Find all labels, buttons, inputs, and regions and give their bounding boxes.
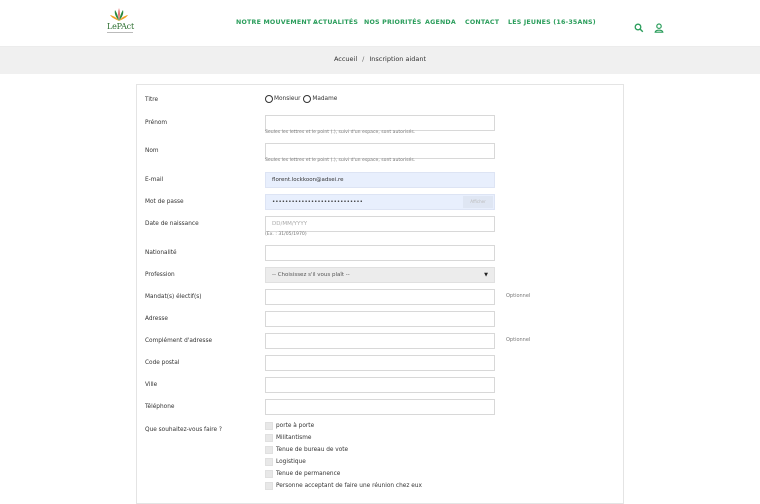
checkbox[interactable] — [265, 458, 273, 466]
souhaits-option[interactable]: Logistique — [265, 458, 306, 467]
mandat-label: Mandat(s) électif(s) — [145, 294, 202, 300]
birthdate-input[interactable]: DD/MM/YYYY — [265, 216, 495, 232]
breadcrumb: Accueil / Inscription aidant — [0, 55, 760, 63]
titre-radio-group: Monsieur Madame — [265, 95, 338, 103]
complement-input[interactable] — [265, 333, 495, 349]
site-header: LePAct NOTRE MOUVEMENT ⌄ ACTUALITÉS NOS P… — [0, 0, 760, 47]
souhaits-option[interactable]: Tenue de permanence — [265, 470, 340, 479]
checkbox[interactable] — [265, 482, 273, 490]
password-input[interactable]: •••••••••••••••••••••••••••• Afficher — [265, 194, 495, 210]
adresse-label: Adresse — [145, 316, 168, 322]
nationalite-input[interactable] — [265, 245, 495, 261]
souhaits-option[interactable]: Personne acceptant de faire une réunion … — [265, 482, 422, 491]
breadcrumb-current: Inscription aidant — [369, 55, 427, 63]
prenom-label: Prénom — [145, 120, 168, 126]
nom-label: Nom — [145, 148, 159, 154]
ville-input[interactable] — [265, 377, 495, 393]
nav-item-notre-mouvement[interactable]: NOTRE MOUVEMENT ⌄ — [236, 19, 318, 26]
ville-label: Ville — [145, 382, 158, 388]
show-password-button[interactable]: Afficher — [463, 196, 493, 208]
user-icon[interactable] — [654, 18, 664, 33]
nom-hint: Seules les lettres et le point (.), suiv… — [265, 158, 416, 163]
checkbox[interactable] — [265, 422, 273, 430]
logo-text: LePAct — [107, 22, 134, 31]
telephone-input[interactable] — [265, 399, 495, 415]
profession-label: Profession — [145, 272, 175, 278]
radio-madame[interactable] — [303, 95, 312, 103]
radio-madame-label: Madame — [312, 96, 338, 102]
telephone-label: Téléphone — [145, 404, 175, 410]
password-label: Mot de passe — [145, 199, 184, 205]
souhaits-label: Que souhaitez-vous faire ? — [145, 427, 223, 433]
prenom-input[interactable] — [265, 115, 495, 131]
birthdate-label: Date de naissance — [145, 221, 199, 227]
titre-label: Titre — [145, 97, 159, 103]
dropdown-arrow-icon: ▼ — [484, 272, 488, 278]
nav-item-contact[interactable]: CONTACT — [465, 19, 499, 26]
code-postal-input[interactable] — [265, 355, 495, 371]
checkbox[interactable] — [265, 470, 273, 478]
mandat-input[interactable] — [265, 289, 495, 305]
souhaits-option[interactable]: porte à porte — [265, 422, 314, 431]
code-postal-label: Code postal — [145, 360, 180, 366]
email-label: E-mail — [145, 177, 164, 183]
nom-input[interactable] — [265, 143, 495, 159]
search-icon[interactable] — [634, 18, 644, 33]
checkbox[interactable] — [265, 446, 273, 454]
adresse-input[interactable] — [265, 311, 495, 327]
prenom-hint: Seules les lettres et le point (.), suiv… — [265, 130, 416, 135]
email-input[interactable]: florent.lockkoon@adsei.re — [265, 172, 495, 188]
souhaits-option[interactable]: Tenue de bureau de vote — [265, 446, 348, 455]
logo-underline — [107, 32, 133, 33]
complement-optional: Optionnel — [506, 337, 531, 343]
profession-select[interactable]: -- Choisissez s'il vous plaît -- ▼ — [265, 267, 495, 283]
profession-selected: -- Choisissez s'il vous plaît -- — [272, 272, 350, 278]
radio-monsieur-label: Monsieur — [274, 96, 301, 102]
souhaits-option[interactable]: Militantisme — [265, 434, 311, 443]
radio-monsieur[interactable] — [265, 95, 273, 103]
birthdate-hint: (Ex. : 31/05/1970) — [265, 232, 307, 237]
nav-item-agenda[interactable]: AGENDA — [425, 19, 456, 26]
nav-item-actualites[interactable]: ACTUALITÉS — [313, 19, 358, 26]
nav-item-les-jeunes[interactable]: LES JEUNES (16-35ANS) — [508, 19, 596, 26]
complement-label: Complément d'adresse — [145, 338, 213, 344]
breadcrumb-separator: / — [362, 55, 365, 63]
breadcrumb-home[interactable]: Accueil — [334, 55, 357, 63]
password-value: •••••••••••••••••••••••••••• — [272, 199, 363, 205]
mandat-optional: Optionnel — [506, 293, 531, 299]
nationalite-label: Nationalité — [145, 250, 177, 256]
nav-item-nos-priorites[interactable]: NOS PRIORITÉS — [364, 19, 421, 26]
checkbox[interactable] — [265, 434, 273, 442]
